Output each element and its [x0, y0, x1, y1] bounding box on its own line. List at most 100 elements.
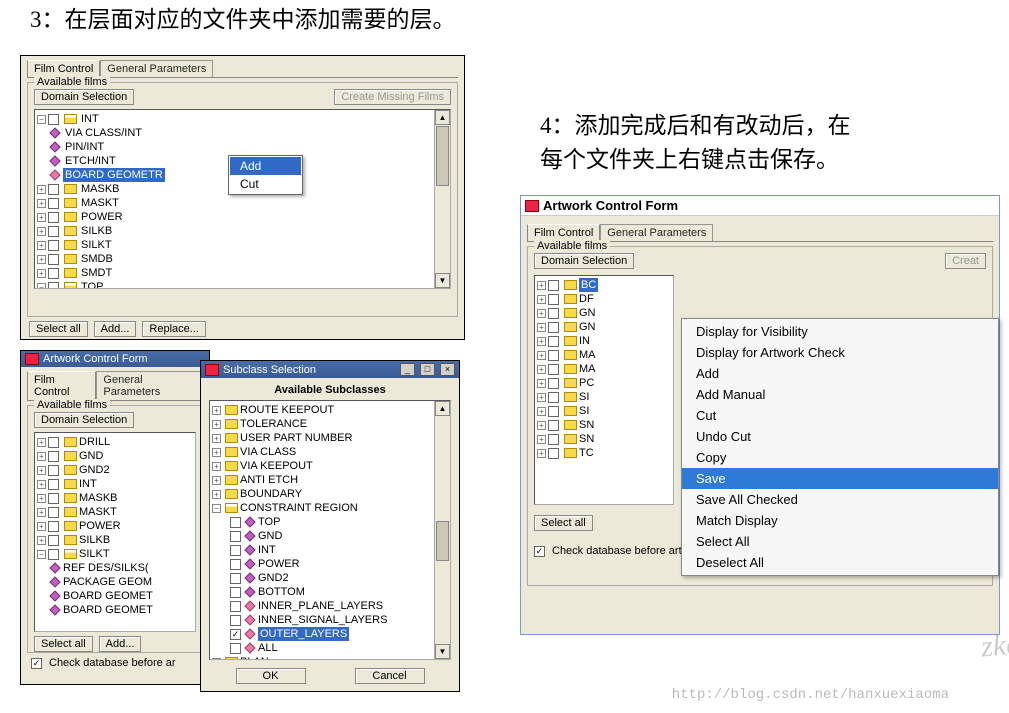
tree-item[interactable]: +MASKT: [37, 505, 193, 519]
tree-item[interactable]: +SN: [537, 432, 671, 446]
tree-item[interactable]: +SN: [537, 418, 671, 432]
context-menu-display-artwork-check[interactable]: Display for Artwork Check: [682, 342, 998, 363]
film-tree[interactable]: +DRILL +GND +GND2 +INT +MASKB +MASKT +PO…: [34, 432, 196, 632]
tree-item[interactable]: +GN: [537, 306, 671, 320]
film-tree[interactable]: −INT VIA CLASS/INT PIN/INT ETCH/INT BOAR…: [34, 109, 451, 289]
tree-item[interactable]: +DRILL: [37, 435, 193, 449]
check-database-row[interactable]: ✓ Check database before ar: [31, 657, 199, 669]
tree-item[interactable]: +MASKB: [37, 491, 193, 505]
tree-item[interactable]: +POWER: [37, 210, 448, 224]
tree-item[interactable]: VIA CLASS/INT: [37, 126, 448, 140]
window-titlebar[interactable]: Subclass Selection _ □ ×: [201, 361, 459, 378]
create-missing-films-button[interactable]: Creat: [945, 253, 986, 269]
tree-item[interactable]: −SILKT: [37, 547, 193, 561]
select-all-button[interactable]: Select all: [534, 515, 593, 531]
tree-item[interactable]: INNER_SIGNAL_LAYERS: [212, 613, 448, 627]
tree-item[interactable]: +MA: [537, 362, 671, 376]
tree-item[interactable]: −TOP: [37, 280, 448, 289]
tree-item[interactable]: TOP: [212, 515, 448, 529]
context-menu-match-display[interactable]: Match Display: [682, 510, 998, 531]
tree-item[interactable]: +VIA KEEPOUT: [212, 459, 448, 473]
tree-item[interactable]: PACKAGE GEOM: [37, 575, 193, 589]
tree-item[interactable]: POWER: [212, 557, 448, 571]
tab-general-parameters[interactable]: General Parameters: [96, 371, 203, 400]
create-missing-films-button[interactable]: Create Missing Films: [334, 89, 451, 105]
context-menu-add[interactable]: Add: [230, 157, 301, 175]
context-menu-select-all[interactable]: Select All: [682, 531, 998, 552]
add-button[interactable]: Add...: [99, 636, 142, 652]
tree-item[interactable]: ALL: [212, 641, 448, 655]
tab-film-control[interactable]: Film Control: [527, 224, 600, 241]
tree-item[interactable]: +SILKB: [37, 224, 448, 238]
context-menu-undo-cut[interactable]: Undo Cut: [682, 426, 998, 447]
scroll-up-arrow-icon[interactable]: ▲: [435, 401, 450, 416]
film-tree[interactable]: +BC +DF +GN +GN +IN +MA +MA +PC +SI +SI …: [534, 275, 674, 505]
subclass-tree[interactable]: +ROUTE KEEPOUT +TOLERANCE +USER PART NUM…: [209, 400, 451, 660]
tree-item[interactable]: +GND2: [37, 463, 193, 477]
domain-selection-button[interactable]: Domain Selection: [534, 253, 634, 269]
tree-item[interactable]: +SMDT: [37, 266, 448, 280]
tree-item[interactable]: PIN/INT: [37, 140, 448, 154]
close-button-icon[interactable]: ×: [440, 363, 455, 376]
tree-item[interactable]: +DF: [537, 292, 671, 306]
context-menu-copy[interactable]: Copy: [682, 447, 998, 468]
context-menu-add-manual[interactable]: Add Manual: [682, 384, 998, 405]
tree-item[interactable]: REF DES/SILKS(: [37, 561, 193, 575]
tree-item[interactable]: BOARD GEOMET: [37, 603, 193, 617]
select-all-button[interactable]: Select all: [29, 321, 88, 337]
context-menu-save[interactable]: Save: [682, 468, 998, 489]
tree-item[interactable]: INT: [212, 543, 448, 557]
tree-item[interactable]: +TC: [537, 446, 671, 460]
context-menu-add[interactable]: Add: [682, 363, 998, 384]
tree-item[interactable]: +SILKT: [37, 238, 448, 252]
checkbox-icon[interactable]: ✓: [31, 658, 42, 669]
tree-item[interactable]: +GND: [37, 449, 193, 463]
tab-general-parameters[interactable]: General Parameters: [600, 224, 713, 241]
tree-item[interactable]: +IN: [537, 334, 671, 348]
tree-item[interactable]: +PC: [537, 376, 671, 390]
tree-item[interactable]: +MA: [537, 348, 671, 362]
cancel-button[interactable]: Cancel: [355, 668, 425, 684]
tree-item[interactable]: +TOLERANCE: [212, 417, 448, 431]
tree-item[interactable]: +ANTI ETCH: [212, 473, 448, 487]
scrollbar-vertical[interactable]: ▲ ▼: [434, 401, 450, 659]
tree-item[interactable]: +INT: [37, 477, 193, 491]
tab-film-control[interactable]: Film Control: [27, 371, 96, 400]
scroll-down-arrow-icon[interactable]: ▼: [435, 273, 450, 288]
tree-item[interactable]: +BOUNDARY: [212, 487, 448, 501]
scroll-up-arrow-icon[interactable]: ▲: [435, 110, 450, 125]
context-menu-cut[interactable]: Cut: [230, 175, 301, 193]
tree-item[interactable]: BOTTOM: [212, 585, 448, 599]
tree-item[interactable]: +SI: [537, 390, 671, 404]
tree-item[interactable]: +USER PART NUMBER: [212, 431, 448, 445]
minimize-button-icon[interactable]: _: [400, 363, 415, 376]
tree-item[interactable]: +SILKB: [37, 533, 193, 547]
tree-item[interactable]: +ROUTE KEEPOUT: [212, 403, 448, 417]
tree-item[interactable]: GND: [212, 529, 448, 543]
domain-selection-button[interactable]: Domain Selection: [34, 412, 134, 428]
domain-selection-button[interactable]: Domain Selection: [34, 89, 134, 105]
tree-item[interactable]: +VIA CLASS: [212, 445, 448, 459]
tree-item[interactable]: −CONSTRAINT REGION: [212, 501, 448, 515]
tree-item[interactable]: +PLAN: [212, 655, 448, 660]
tree-item[interactable]: +BC: [537, 278, 671, 292]
tree-item[interactable]: ✓OUTER_LAYERS: [212, 627, 448, 641]
context-menu-cut[interactable]: Cut: [682, 405, 998, 426]
add-button[interactable]: Add...: [94, 321, 137, 337]
checkbox-icon[interactable]: ✓: [534, 546, 545, 557]
tab-film-control[interactable]: Film Control: [27, 60, 100, 77]
context-menu-deselect-all[interactable]: Deselect All: [682, 552, 998, 573]
select-all-button[interactable]: Select all: [34, 636, 93, 652]
tree-item[interactable]: +SI: [537, 404, 671, 418]
scroll-thumb[interactable]: [436, 521, 449, 561]
scrollbar-vertical[interactable]: ▲ ▼: [434, 110, 450, 288]
replace-button[interactable]: Replace...: [142, 321, 206, 337]
context-menu-save-all-checked[interactable]: Save All Checked: [682, 489, 998, 510]
tab-general-parameters[interactable]: General Parameters: [100, 60, 213, 77]
tree-item[interactable]: +GN: [537, 320, 671, 334]
tree-item[interactable]: GND2: [212, 571, 448, 585]
ok-button[interactable]: OK: [236, 668, 306, 684]
maximize-button-icon[interactable]: □: [420, 363, 435, 376]
tree-item[interactable]: BOARD GEOMET: [37, 589, 193, 603]
tree-item[interactable]: −INT: [37, 112, 448, 126]
